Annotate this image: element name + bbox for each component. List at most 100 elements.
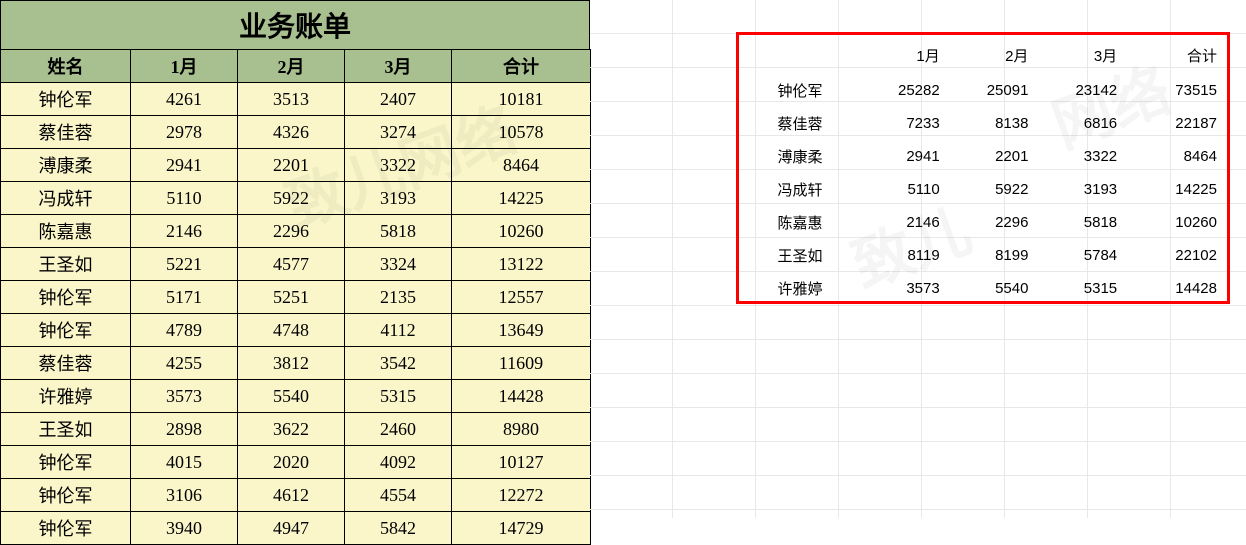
cell-name[interactable]: 陈嘉惠 [1,215,131,248]
cell-name[interactable]: 钟伦军 [1,314,131,347]
cell-value[interactable]: 3513 [238,83,345,116]
cell-value[interactable]: 2941 [131,149,238,182]
cell-name[interactable]: 许雅婷 [1,380,131,413]
table-row[interactable]: 王圣如81198199578422102 [739,239,1227,272]
cell-name[interactable]: 陈嘉惠 [739,206,861,239]
cell-value[interactable]: 5540 [238,380,345,413]
cell-value[interactable]: 5922 [238,182,345,215]
cell-value[interactable]: 4326 [238,116,345,149]
cell-value[interactable]: 5818 [345,215,452,248]
cell-value[interactable]: 2898 [131,413,238,446]
cell-value[interactable]: 14729 [452,512,591,545]
cell-value[interactable]: 2146 [861,206,950,239]
cell-value[interactable]: 5818 [1038,206,1127,239]
cell-value[interactable]: 3274 [345,116,452,149]
cell-value[interactable]: 2135 [345,281,452,314]
cell-value[interactable]: 3622 [238,413,345,446]
cell-value[interactable]: 4015 [131,446,238,479]
cell-value[interactable]: 4577 [238,248,345,281]
cell-value[interactable]: 4092 [345,446,452,479]
cell-value[interactable]: 10578 [452,116,591,149]
cell-value[interactable]: 4947 [238,512,345,545]
table-row[interactable]: 溥康柔2941220133228464 [739,140,1227,173]
cell-value[interactable]: 11609 [452,347,591,380]
cell-value[interactable]: 5251 [238,281,345,314]
cell-value[interactable]: 4748 [238,314,345,347]
cell-value[interactable]: 8138 [950,107,1039,140]
cell-value[interactable]: 5221 [131,248,238,281]
cell-value[interactable]: 8199 [950,239,1039,272]
cell-name[interactable]: 冯成轩 [739,173,861,206]
cell-value[interactable]: 8464 [452,149,591,182]
table-row[interactable]: 许雅婷35735540531514428 [1,380,591,413]
cell-value[interactable]: 25091 [950,74,1039,107]
cell-value[interactable]: 10260 [1127,206,1227,239]
cell-value[interactable]: 5842 [345,512,452,545]
cell-value[interactable]: 5171 [131,281,238,314]
cell-value[interactable]: 3573 [131,380,238,413]
cell-name[interactable]: 溥康柔 [1,149,131,182]
cell-value[interactable]: 3322 [345,149,452,182]
cell-name[interactable]: 冯成轩 [1,182,131,215]
cell-value[interactable]: 10181 [452,83,591,116]
cell-value[interactable]: 22102 [1127,239,1227,272]
cell-value[interactable]: 4112 [345,314,452,347]
cell-value[interactable]: 73515 [1127,74,1227,107]
cell-value[interactable]: 5315 [345,380,452,413]
cell-value[interactable]: 2296 [950,206,1039,239]
cell-name[interactable]: 溥康柔 [739,140,861,173]
cell-name[interactable]: 钟伦军 [739,74,861,107]
cell-value[interactable]: 5540 [950,272,1039,305]
cell-value[interactable]: 2460 [345,413,452,446]
cell-value[interactable]: 3193 [1038,173,1127,206]
cell-value[interactable]: 2201 [950,140,1039,173]
cell-name[interactable]: 钟伦军 [1,446,131,479]
cell-value[interactable]: 3940 [131,512,238,545]
cell-value[interactable]: 6816 [1038,107,1127,140]
table-row[interactable]: 钟伦军39404947584214729 [1,512,591,545]
table-row[interactable]: 钟伦军40152020409210127 [1,446,591,479]
table-row[interactable]: 王圣如52214577332413122 [1,248,591,281]
cell-value[interactable]: 2020 [238,446,345,479]
table-row[interactable]: 蔡佳蓉29784326327410578 [1,116,591,149]
cell-value[interactable]: 5110 [131,182,238,215]
spreadsheet-area[interactable]: 1月 2月 3月 合计 钟伦军25282250912314273515蔡佳蓉72… [590,0,1246,518]
cell-value[interactable]: 14428 [1127,272,1227,305]
cell-value[interactable]: 4261 [131,83,238,116]
cell-value[interactable]: 3542 [345,347,452,380]
cell-value[interactable]: 4255 [131,347,238,380]
cell-name[interactable]: 钟伦军 [1,512,131,545]
cell-value[interactable]: 5784 [1038,239,1127,272]
cell-value[interactable]: 7233 [861,107,950,140]
cell-value[interactable]: 22187 [1127,107,1227,140]
cell-value[interactable]: 2146 [131,215,238,248]
cell-value[interactable]: 25282 [861,74,950,107]
cell-name[interactable]: 钟伦军 [1,83,131,116]
cell-name[interactable]: 王圣如 [1,248,131,281]
cell-name[interactable]: 钟伦军 [1,281,131,314]
cell-value[interactable]: 5922 [950,173,1039,206]
cell-value[interactable]: 2407 [345,83,452,116]
table-row[interactable]: 溥康柔2941220133228464 [1,149,591,182]
table-row[interactable]: 钟伦军51715251213512557 [1,281,591,314]
cell-value[interactable]: 14225 [452,182,591,215]
table-row[interactable]: 钟伦军31064612455412272 [1,479,591,512]
cell-value[interactable]: 3193 [345,182,452,215]
cell-name[interactable]: 王圣如 [739,239,861,272]
cell-value[interactable]: 3812 [238,347,345,380]
cell-value[interactable]: 13122 [452,248,591,281]
table-row[interactable]: 钟伦军42613513240710181 [1,83,591,116]
cell-name[interactable]: 钟伦军 [1,479,131,512]
cell-value[interactable]: 2296 [238,215,345,248]
cell-value[interactable]: 2941 [861,140,950,173]
table-row[interactable]: 蔡佳蓉42553812354211609 [1,347,591,380]
table-row[interactable]: 陈嘉惠21462296581810260 [1,215,591,248]
cell-value[interactable]: 12557 [452,281,591,314]
table-row[interactable]: 钟伦军47894748411213649 [1,314,591,347]
cell-value[interactable]: 3322 [1038,140,1127,173]
cell-value[interactable]: 10127 [452,446,591,479]
table-row[interactable]: 许雅婷35735540531514428 [739,272,1227,305]
cell-name[interactable]: 蔡佳蓉 [739,107,861,140]
cell-value[interactable]: 14225 [1127,173,1227,206]
cell-value[interactable]: 8119 [861,239,950,272]
